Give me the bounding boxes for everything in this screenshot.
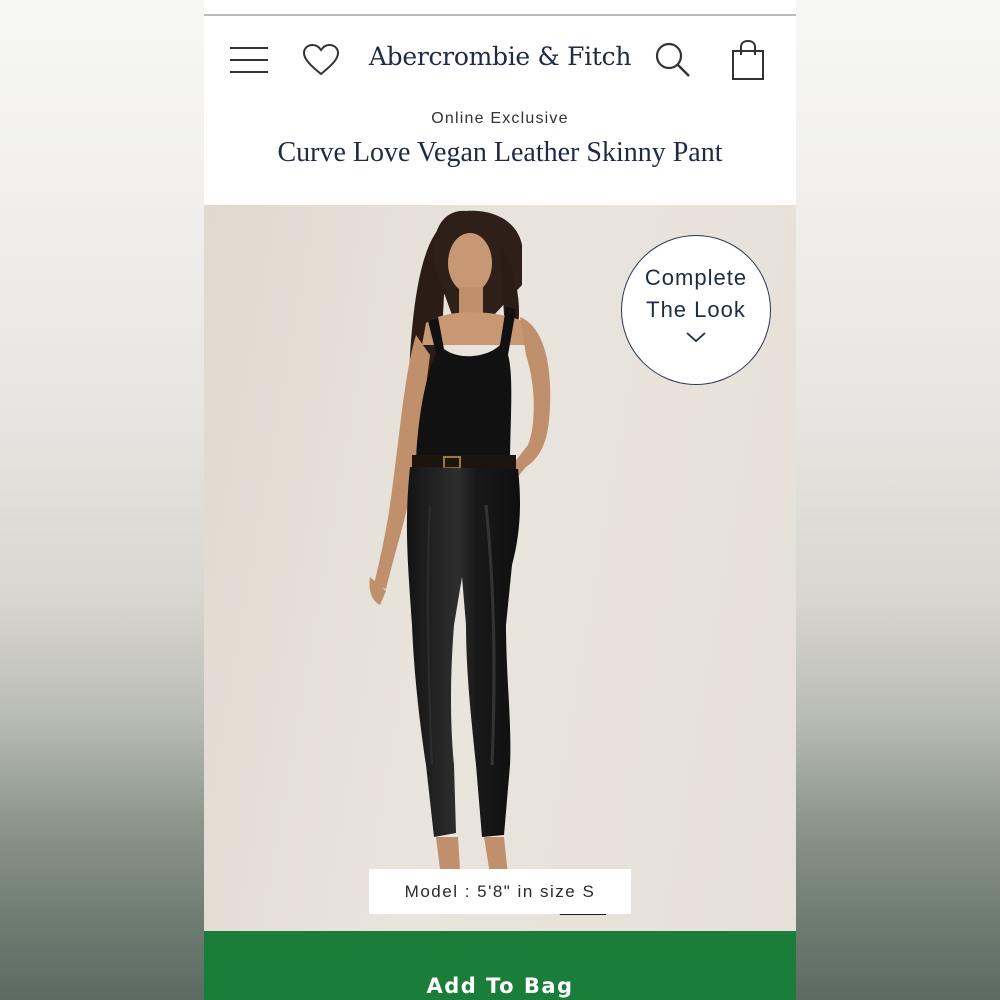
online-exclusive-label: Online Exclusive xyxy=(431,110,569,127)
complete-look-label-line1: Complete xyxy=(644,265,748,290)
bag-button[interactable] xyxy=(726,38,770,82)
brand-logo[interactable]: Abercrombie & Fitch xyxy=(354,42,646,71)
heart-icon xyxy=(302,43,340,76)
complete-look-label-line2: The Look xyxy=(646,297,746,322)
complete-the-look-button[interactable]: Complete The Look xyxy=(621,235,771,385)
phone-screen: Abercrombie & Fitch Online Exclusive Cur… xyxy=(204,0,796,1000)
add-to-bag-button[interactable]: Add To Bag xyxy=(204,931,796,1000)
chevron-down-icon xyxy=(686,332,706,343)
product-title: Curve Love Vegan Leather Skinny Pant xyxy=(277,137,723,168)
search-icon xyxy=(655,42,690,77)
search-button[interactable] xyxy=(651,38,695,82)
hamburger-menu-icon xyxy=(230,47,268,73)
product-image[interactable]: Complete The Look Model : 5'8" in size S xyxy=(204,205,796,931)
model-size-caption: Model : 5'8" in size S xyxy=(369,869,631,914)
shopping-bag-icon xyxy=(732,39,764,80)
wishlist-button[interactable] xyxy=(299,38,343,82)
site-header: Abercrombie & Fitch xyxy=(204,16,796,106)
menu-button[interactable] xyxy=(227,38,271,82)
